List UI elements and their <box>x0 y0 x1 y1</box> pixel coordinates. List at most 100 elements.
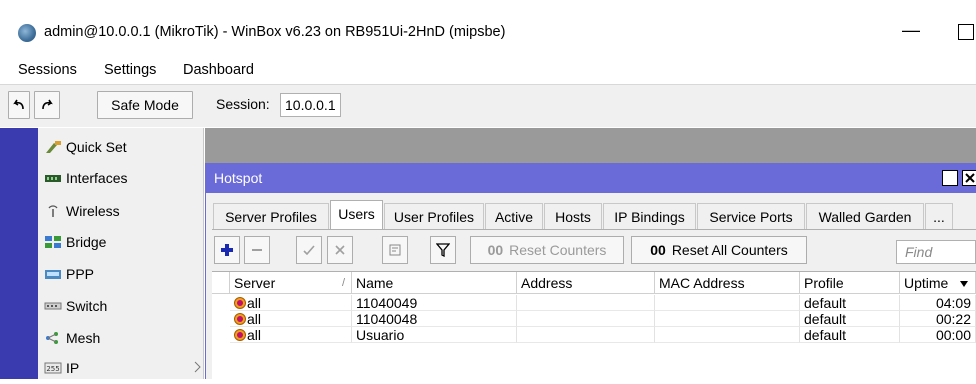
session-label: Session: <box>216 96 270 112</box>
undo-button[interactable] <box>8 91 30 119</box>
sidebar-item-wireless[interactable]: Wireless <box>44 196 202 227</box>
hotspot-title-bar[interactable]: Hotspot <box>206 163 976 193</box>
tab-active[interactable]: Active <box>485 203 543 229</box>
disable-button[interactable] <box>327 236 353 264</box>
ppp-icon <box>45 270 61 279</box>
filter-button[interactable] <box>430 236 456 264</box>
undo-icon <box>13 99 24 110</box>
table-row[interactable]: all <box>230 327 352 343</box>
sidebar-item-label: Switch <box>66 298 108 314</box>
sidebar-item-ppp[interactable]: PPP <box>44 259 202 290</box>
column-menu-chevron-icon <box>960 281 968 287</box>
reset-counters-button[interactable]: 00 Reset Counters <box>470 236 624 264</box>
remove-button[interactable] <box>244 236 270 264</box>
hotspot-maximize-button[interactable] <box>942 170 958 186</box>
cell-uptime: 00:00 <box>900 327 976 343</box>
tab-hosts[interactable]: Hosts <box>544 203 602 229</box>
session-address: 10.0.0.1 <box>280 93 341 117</box>
tab-users[interactable]: Users <box>330 200 383 230</box>
tab-more[interactable]: ... <box>925 203 953 229</box>
sidebar-item-label: Bridge <box>66 234 107 250</box>
submenu-arrow-icon <box>194 361 201 373</box>
sidebar-item-label: Wireless <box>66 203 120 219</box>
switch-icon <box>44 302 62 310</box>
minimize-button[interactable]: — <box>898 20 924 46</box>
cell-mac-address <box>655 311 800 327</box>
menu-dashboard[interactable]: Dashboard <box>183 62 254 78</box>
cell-name: 11040048 <box>352 311 517 327</box>
hotspot-user-icon <box>234 297 246 309</box>
tab-service-ports[interactable]: Service Ports <box>697 203 805 229</box>
reset-all-counters-button[interactable]: 00 Reset All Counters <box>631 236 807 264</box>
mesh-icon <box>46 332 58 344</box>
column-header-profile[interactable]: Profile <box>800 272 900 294</box>
hotspot-user-icon <box>234 313 246 325</box>
hotspot-close-button[interactable] <box>962 170 976 186</box>
sidebar-item-label: PPP <box>66 266 95 282</box>
menu-settings[interactable]: Settings <box>104 62 156 78</box>
redo-icon <box>42 99 53 110</box>
hotspot-user-icon <box>234 329 246 341</box>
cell-address <box>517 311 655 327</box>
comment-icon <box>389 244 401 256</box>
close-icon <box>965 173 975 183</box>
sort-indicator-icon: / <box>341 277 345 289</box>
sidebar-item-label: Interfaces <box>66 170 128 186</box>
enable-button[interactable] <box>296 236 322 264</box>
cell-uptime: 00:22 <box>900 311 976 327</box>
maximize-button[interactable] <box>958 24 974 40</box>
reset-all-counters-label: Reset All Counters <box>671 242 788 258</box>
minus-icon <box>252 249 262 251</box>
sidebar-item-quick-set[interactable]: Quick Set <box>44 132 202 163</box>
find-input[interactable]: Find <box>896 240 976 264</box>
safe-mode-button[interactable]: Safe Mode <box>97 91 193 119</box>
svg-text:255: 255 <box>46 365 59 373</box>
quick-set-icon <box>46 141 61 153</box>
table-row[interactable]: all <box>230 295 352 311</box>
sidebar-item-label: Quick Set <box>66 139 127 155</box>
counter-glyph: 00 <box>650 242 666 258</box>
comment-button[interactable] <box>382 236 408 264</box>
winbox-app-icon <box>18 24 36 42</box>
plus-icon <box>221 244 233 256</box>
redo-button[interactable] <box>34 91 60 119</box>
cell-profile: default <box>800 311 900 327</box>
tab-ip-bindings[interactable]: IP Bindings <box>603 203 696 229</box>
column-header-mac-address[interactable]: MAC Address <box>655 272 800 294</box>
tab-divider <box>212 229 976 230</box>
check-icon <box>303 245 315 256</box>
sidebar-item-label: Mesh <box>66 330 101 346</box>
tab-server-profiles[interactable]: Server Profiles <box>213 203 329 229</box>
tab-user-profiles[interactable]: User Profiles <box>384 203 484 229</box>
counter-glyph: 00 <box>487 242 504 258</box>
sidebar-item-mesh[interactable]: Mesh <box>44 323 202 354</box>
cell-name: 11040049 <box>352 295 517 311</box>
tab-walled-garden[interactable]: Walled Garden <box>806 203 924 229</box>
disable-x-icon <box>335 245 345 255</box>
sidebar-brand-strip <box>0 128 38 379</box>
interfaces-icon <box>45 175 61 182</box>
cell-profile: default <box>800 327 900 343</box>
column-header-uptime[interactable]: Uptime <box>900 272 976 294</box>
cell-mac-address <box>655 295 800 311</box>
sidebar-item-bridge[interactable]: Bridge <box>44 227 202 258</box>
cell-address <box>517 327 655 343</box>
window-title: admin@10.0.0.1 (MikroTik) - WinBox v6.23… <box>44 24 506 40</box>
column-header-address[interactable]: Address <box>517 272 655 294</box>
cell-address <box>517 295 655 311</box>
cell-profile: default <box>800 295 900 311</box>
add-button[interactable] <box>214 236 240 264</box>
column-header-server[interactable]: Server / <box>230 272 352 294</box>
cell-mac-address <box>655 327 800 343</box>
sidebar-item-label: IP <box>66 360 80 376</box>
sidebar-item-ip[interactable]: 255 IP <box>44 353 202 384</box>
sidebar-item-switch[interactable]: Switch <box>44 291 202 322</box>
cell-name: Usuario <box>352 327 517 343</box>
table-row[interactable]: all <box>230 311 352 327</box>
column-header-name[interactable]: Name <box>352 272 517 294</box>
row-selector-header <box>212 272 230 294</box>
wireless-icon <box>48 205 58 217</box>
menu-sessions[interactable]: Sessions <box>18 62 77 78</box>
ip-icon: 255 <box>44 362 62 374</box>
sidebar-item-interfaces[interactable]: Interfaces <box>44 163 202 194</box>
